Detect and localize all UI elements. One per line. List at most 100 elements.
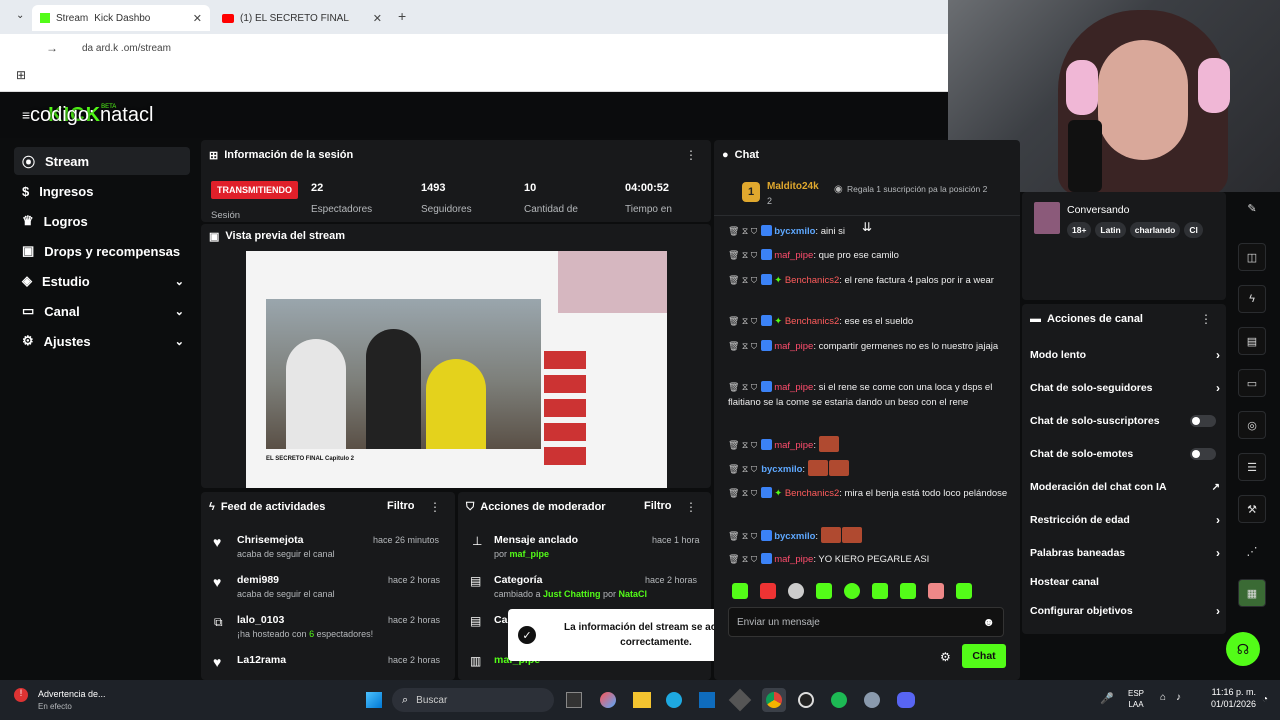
tab-kick-dashboard[interactable]: Stream Kick Dashbo ✕ (32, 5, 210, 31)
chat-message[interactable]: 🗑 ⧖ ⛉ maf_pipe: si el rene se come con un… (728, 380, 1008, 410)
action-subscribers-only[interactable]: Chat de solo-suscriptores (1030, 412, 1220, 430)
share-icon[interactable]: ⋰ (1238, 537, 1266, 565)
emote-icon[interactable] (732, 583, 748, 599)
notes-icon[interactable]: ▤ (1238, 327, 1266, 355)
stream-preview-video[interactable]: EL SECRETO FINAL Capitulo 2 (246, 251, 667, 488)
new-tab-button[interactable]: + (398, 8, 406, 24)
action-emotes-only[interactable]: Chat de solo-emotes (1030, 445, 1220, 463)
apps-grid-icon[interactable]: ⊞ (16, 68, 26, 82)
edge-icon[interactable] (666, 692, 682, 708)
chat-settings-icon[interactable]: ⚙ (940, 650, 951, 664)
mod-tools-icon[interactable]: 🗑 ⧖ ⛉ (728, 341, 757, 351)
sidebar-item-logros[interactable]: ♛ Logros (14, 207, 190, 235)
more-options-icon[interactable]: ⋮ (429, 500, 441, 514)
sidebar-item-ingresos[interactable]: $ Ingresos (14, 177, 190, 205)
gift-sub-icon[interactable]: ◉ (834, 184, 843, 195)
sidebar-item-drops[interactable]: ▣ Drops y recompensas (14, 237, 190, 265)
sidebar-item-canal[interactable]: ▭ Canal ⌄ (14, 297, 190, 325)
weather-title[interactable]: Advertencia de... (38, 689, 106, 699)
mod-tools-icon[interactable]: 🗑 ⧖ ⛉ (728, 554, 757, 564)
emotes-only-toggle[interactable] (1190, 448, 1216, 460)
mod-tools-icon[interactable]: 🗑 ⧖ ⛉ (728, 488, 757, 498)
mod-filter-button[interactable]: Filtro (644, 500, 672, 512)
action-age-restriction[interactable]: Restricción de edad › (1030, 511, 1220, 529)
file-explorer-icon[interactable] (633, 692, 651, 708)
close-tab-icon[interactable]: ✕ (193, 12, 202, 25)
more-options-icon[interactable]: ⋮ (685, 500, 697, 514)
chat-message[interactable]: 🗑 ⧖ ⛉ maf_pipe: (728, 436, 1008, 453)
chat-message[interactable]: 🗑 ⧖ ⛉ ✦ Benchanics2: el rene factura 4 pa… (728, 273, 1008, 288)
windows-start-icon[interactable] (366, 692, 382, 708)
emote-icon[interactable] (900, 583, 916, 599)
discord-icon[interactable] (897, 692, 915, 708)
tab-youtube[interactable]: (1) EL SECRETO FINAL💰 C... ✕ (214, 5, 390, 31)
emote-icon[interactable] (928, 583, 944, 599)
volume-icon[interactable]: ♪ (1176, 692, 1181, 703)
chat-input[interactable]: Enviar un mensaje ☻ (728, 607, 1004, 637)
task-view-icon[interactable] (566, 692, 582, 708)
chat-message[interactable]: 🗑 ⧖ ⛉ bycxmilo: (728, 460, 1008, 477)
language-indicator[interactable]: ESP LAA (1128, 688, 1144, 710)
action-slow-mode[interactable]: Modo lento › (1030, 346, 1220, 364)
spotify-icon[interactable] (831, 692, 847, 708)
tag[interactable]: Latin (1095, 222, 1126, 238)
copilot-icon[interactable] (600, 692, 616, 708)
action-ai-moderation[interactable]: Moderación del chat con IA ↗ (1030, 478, 1220, 496)
support-headset-icon[interactable]: ☊ (1226, 632, 1260, 666)
action-configure-goals[interactable]: Configurar objetivos › (1030, 602, 1220, 620)
chat-message[interactable]: 🗑 ⧖ ⛉ bycxmilo: (728, 527, 1008, 544)
layout-icon[interactable]: ☰ (1238, 453, 1266, 481)
mod-tools-icon[interactable]: 🗑 ⧖ ⛉ (728, 464, 757, 474)
microphone-icon[interactable]: 🎤 (1100, 692, 1114, 705)
sidebar-item-stream[interactable]: ⦿ Stream (14, 147, 190, 175)
mod-tools-icon[interactable]: 🗑 ⧖ ⛉ (728, 250, 757, 260)
mod-tools-icon[interactable]: 🗑 ⧖ ⛉ (728, 226, 757, 236)
notifications-icon[interactable]: ◔ (1262, 694, 1268, 705)
clock[interactable]: 11:16 p. m. 01/01/2026 (1196, 687, 1256, 709)
feed-filter-button[interactable]: Filtro (387, 500, 415, 512)
mod-tools-icon[interactable]: 🗑 ⧖ ⛉ (728, 316, 757, 326)
address-bar[interactable]: → da ard.k .om/stream (0, 34, 948, 62)
mod-tools-icon[interactable]: 🗑 ⧖ ⛉ (728, 531, 757, 541)
wrench-icon[interactable]: ⚒ (1238, 495, 1266, 523)
settings-icon[interactable] (864, 692, 880, 708)
camera-icon[interactable]: ◫ (1238, 243, 1266, 271)
lightning-icon[interactable]: ϟ (1238, 285, 1266, 313)
tag[interactable]: Cl (1184, 222, 1203, 238)
chat-icon[interactable]: ▭ (1238, 369, 1266, 397)
sidebar-item-estudio[interactable]: ◈ Estudio ⌄ (14, 267, 190, 295)
scroll-to-bottom-icon[interactable]: ⇊ (862, 220, 872, 234)
forward-icon[interactable]: → (46, 41, 58, 55)
action-host-channel[interactable]: Hostear canal (1030, 573, 1220, 591)
chat-message[interactable]: 🗑 ⧖ ⛉ ✦ Benchanics2: ese es el sueldo (728, 314, 1008, 329)
tab-list-icon[interactable]: ⌄ (16, 10, 24, 21)
subscribers-only-toggle[interactable] (1190, 415, 1216, 427)
mod-tools-icon[interactable]: 🗑 ⧖ ⛉ (728, 275, 757, 285)
emote-icon[interactable] (788, 583, 804, 599)
emote-icon[interactable] (760, 583, 776, 599)
app-icon[interactable]: ▦ (1238, 579, 1266, 607)
emote-icon[interactable] (844, 583, 860, 599)
action-followers-only[interactable]: Chat de solo-seguidores › (1030, 379, 1220, 397)
action-banned-words[interactable]: Palabras baneadas › (1030, 544, 1220, 562)
mod-tools-icon[interactable]: 🗑 ⧖ ⛉ (728, 382, 757, 392)
store-icon[interactable] (699, 692, 715, 708)
emote-icon[interactable] (872, 583, 888, 599)
network-icon[interactable]: ⌂ (1160, 692, 1166, 703)
taskbar-search[interactable]: ⌕ Buscar (392, 688, 554, 712)
emoji-icon[interactable]: ☻ (982, 615, 995, 629)
menu-icon[interactable]: ≡ (22, 107, 30, 123)
close-tab-icon[interactable]: ✕ (373, 12, 382, 25)
more-options-icon[interactable]: ⋮ (1200, 312, 1212, 326)
weather-alert-icon[interactable]: ! (14, 688, 28, 702)
chat-message[interactable]: 🗑 ⧖ ⛉ ✦ Benchanics2: mira el benja está t… (728, 486, 1008, 501)
sub-user[interactable]: Maldito24k (767, 181, 819, 192)
more-options-icon[interactable]: ⋮ (685, 148, 697, 162)
chat-message[interactable]: 🗑 ⧖ ⛉ maf_pipe: que pro ese camilo (728, 248, 1008, 263)
chrome-active-bg[interactable] (762, 688, 786, 712)
broadcast-icon[interactable]: ◎ (1238, 411, 1266, 439)
edit-icon[interactable]: ✎ (1238, 194, 1266, 222)
obs-icon[interactable] (798, 692, 814, 708)
tag[interactable]: 18+ (1067, 222, 1092, 238)
chat-message[interactable]: 🗑 ⧖ ⛉ maf_pipe: compartir germenes no es … (728, 339, 1008, 354)
